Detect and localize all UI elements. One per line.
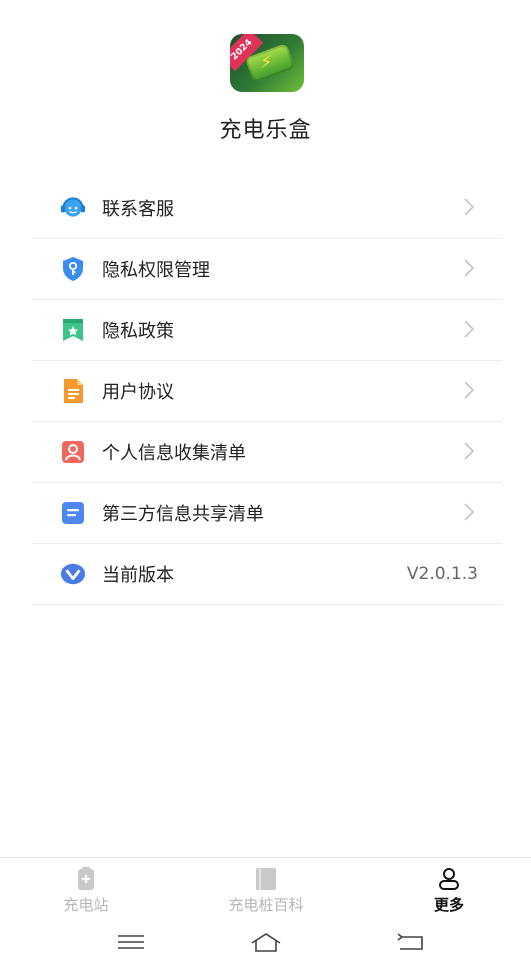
book-icon	[253, 866, 279, 892]
menu-item-personal-info-list[interactable]: 个人信息收集清单	[32, 422, 502, 483]
menu-item-contact-service[interactable]: 联系客服	[32, 178, 502, 239]
menu-item-label: 个人信息收集清单	[102, 443, 246, 464]
home-icon[interactable]	[249, 931, 283, 953]
person-icon	[436, 866, 462, 892]
document-icon	[60, 378, 86, 404]
chevron-right-icon	[464, 198, 475, 220]
version-icon	[60, 561, 86, 587]
chevron-right-icon	[464, 381, 475, 403]
menu-item-label: 第三方信息共享清单	[102, 504, 264, 525]
tab-label: 更多	[433, 896, 464, 914]
menu-item-current-version[interactable]: 当前版本 V2.0.1.3	[32, 544, 502, 605]
chevron-right-icon	[464, 320, 475, 342]
chevron-right-icon	[464, 442, 475, 464]
back-icon[interactable]	[394, 931, 428, 953]
menu-item-label: 用户协议	[102, 382, 174, 403]
bottom-tab-bar: 充电站 充电桩百科 更多	[0, 857, 531, 924]
menu-item-label: 联系客服	[102, 199, 174, 220]
bookmark-star-icon	[60, 317, 86, 343]
menu-item-label: 隐私政策	[102, 321, 174, 342]
tab-charging-wiki[interactable]: 充电桩百科	[196, 866, 336, 915]
tab-label: 充电站	[63, 896, 109, 914]
chevron-right-icon	[464, 503, 475, 525]
app-name: 充电乐盒	[219, 118, 312, 143]
menu-icon[interactable]	[114, 931, 148, 953]
menu-item-privacy-policy[interactable]: 隐私政策	[32, 300, 502, 361]
tab-label: 充电桩百科	[228, 896, 304, 914]
menu-item-label: 隐私权限管理	[102, 260, 210, 281]
chevron-right-icon	[464, 259, 475, 281]
shield-key-icon	[60, 256, 86, 282]
menu-item-user-agreement[interactable]: 用户协议	[32, 361, 502, 422]
list-doc-icon	[60, 500, 86, 526]
tab-more[interactable]: 更多	[379, 866, 519, 915]
system-nav-bar	[0, 923, 531, 962]
menu-item-third-party-sharing[interactable]: 第三方信息共享清单	[32, 483, 502, 544]
settings-menu: 联系客服 隐私权限管理 隐私政策 用户协议 个人信息收集清单 第三方信息共享清单…	[32, 178, 502, 605]
menu-item-privacy-permissions[interactable]: 隐私权限管理	[32, 239, 502, 300]
bolt-icon: ⚡	[260, 52, 273, 73]
customer-service-icon	[60, 195, 86, 221]
charging-station-icon	[73, 866, 99, 892]
version-value: V2.0.1.3	[406, 564, 478, 584]
user-card-icon	[60, 439, 86, 465]
tab-charging-station[interactable]: 充电站	[16, 866, 156, 915]
app-logo: 2024 ⚡	[230, 34, 304, 92]
